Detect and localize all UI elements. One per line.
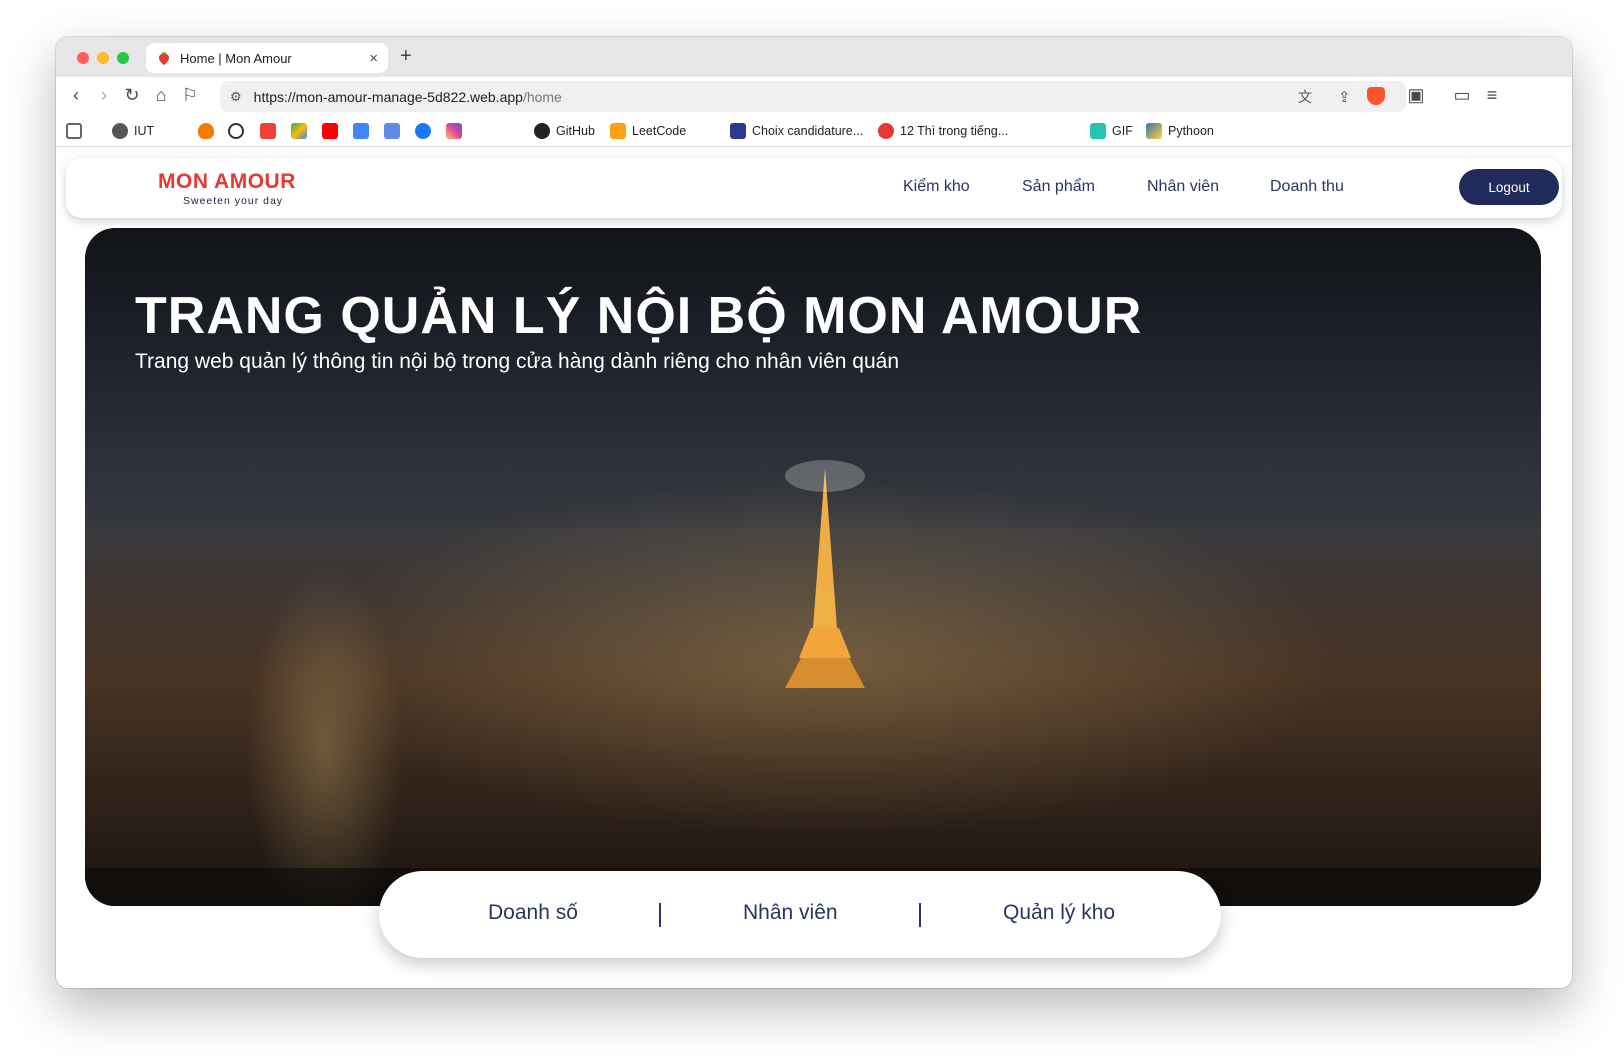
- reload-icon[interactable]: ↻: [122, 85, 142, 105]
- drive-icon: [291, 123, 307, 139]
- brave-shield-icon[interactable]: [1367, 87, 1385, 105]
- bookmark-docs[interactable]: [353, 121, 375, 141]
- youtube-icon: [322, 123, 338, 139]
- bookmark-label: Choix candidature...: [752, 124, 864, 138]
- url-text[interactable]: https://mon-amour-manage-5d822.web.app/h…: [254, 89, 562, 105]
- tab-title: Home | Mon Amour: [180, 50, 292, 66]
- browser-window: Home | Mon Amour × + ‹ › ↻ ⌂ ⚐ ⚙ https:/…: [56, 37, 1572, 988]
- nav-kiem-kho[interactable]: Kiểm kho: [903, 178, 970, 196]
- leetcode-icon: [610, 123, 626, 139]
- divider: [919, 903, 921, 927]
- site-logo[interactable]: MON AMOUR: [158, 170, 296, 194]
- hero-title: TRANG QUẢN LÝ NỘI BỘ MON AMOUR: [135, 287, 1143, 345]
- wallet-icon[interactable]: ▭: [1452, 85, 1472, 105]
- minimize-window-button[interactable]: [97, 52, 109, 64]
- instagram-icon: [446, 123, 462, 139]
- sidebar-icon[interactable]: ▣: [1406, 85, 1426, 105]
- facebook-icon: [415, 123, 431, 139]
- nav-doanh-thu[interactable]: Doanh thu: [1270, 178, 1344, 196]
- nav-nhan-vien[interactable]: Nhân viên: [1147, 178, 1219, 196]
- bookmark-icon[interactable]: ⚐: [180, 85, 200, 105]
- forward-icon[interactable]: ›: [94, 85, 114, 105]
- bookmark-drive[interactable]: [291, 121, 313, 141]
- bookmark-translate[interactable]: [384, 121, 406, 141]
- openai-icon: [228, 123, 244, 139]
- page-content: MON AMOUR Sweeten your day Kiểm kho Sản …: [56, 148, 1572, 988]
- quick-link-doanh-so[interactable]: Doanh số: [488, 901, 578, 925]
- browser-toolbar: ‹ › ↻ ⌂ ⚐ ⚙ https://mon-amour-manage-5d8…: [56, 77, 1572, 115]
- bookmark-leetcode[interactable]: LeetCode: [610, 121, 686, 141]
- tab-strip: Home | Mon Amour × +: [56, 37, 1572, 77]
- bookmark-12-thi[interactable]: 12 Thì trong tiếng...: [878, 121, 1008, 141]
- bookmark-instagram[interactable]: [446, 121, 468, 141]
- menu-icon[interactable]: ≡: [1482, 85, 1502, 105]
- apps-grid-icon[interactable]: [66, 121, 88, 141]
- bookmark-label: 12 Thì trong tiếng...: [900, 124, 1009, 138]
- bookmark-label: GitHub: [556, 124, 595, 138]
- divider: [659, 903, 661, 927]
- bookmark-pythoon[interactable]: Pythoon: [1146, 121, 1214, 141]
- translate-icon: [384, 123, 400, 139]
- record-icon: [878, 123, 894, 139]
- gmail-icon: [260, 123, 276, 139]
- bookmark-gif[interactable]: GIF: [1090, 121, 1133, 141]
- translate-icon[interactable]: 文: [1298, 87, 1312, 107]
- hero-banner: TRANG QUẢN LÝ NỘI BỘ MON AMOUR Trang web…: [85, 228, 1541, 906]
- back-icon[interactable]: ‹: [66, 85, 86, 105]
- python-icon: [1146, 123, 1162, 139]
- bookmark-iut[interactable]: IUT: [112, 121, 154, 141]
- quick-link-quan-ly-kho[interactable]: Quản lý kho: [1003, 901, 1115, 925]
- close-tab-icon[interactable]: ×: [369, 50, 378, 67]
- pen-icon: [730, 123, 746, 139]
- bookmark-label: GIF: [1112, 124, 1133, 138]
- strawberry-icon: [159, 52, 169, 65]
- bookmark-label: IUT: [134, 124, 155, 138]
- quick-link-nhan-vien[interactable]: Nhân viên: [743, 901, 838, 925]
- zoom-window-button[interactable]: [117, 52, 129, 64]
- url-host: https://mon-amour-manage-5d822.web.app: [253, 88, 523, 105]
- logout-button[interactable]: Logout: [1459, 169, 1559, 205]
- bookmark-choix[interactable]: Choix candidature...: [730, 121, 863, 141]
- address-bar[interactable]: ⚙ https://mon-amour-manage-5d822.web.app…: [220, 81, 1406, 112]
- share-icon[interactable]: ⇪: [1338, 88, 1351, 106]
- bookmark-facebook[interactable]: [415, 121, 437, 141]
- nav-san-pham[interactable]: Sản phẩm: [1022, 178, 1095, 196]
- site-navbar: MON AMOUR Sweeten your day Kiểm kho Sản …: [66, 158, 1562, 218]
- bookmarks-bar: IUT GitHub LeetCode Choix candidature...…: [56, 115, 1572, 147]
- site-settings-icon[interactable]: ⚙: [230, 89, 242, 105]
- fire-icon: [198, 123, 214, 139]
- quick-links-bar: Doanh số Nhân viên Quản lý kho: [379, 871, 1221, 958]
- active-tab[interactable]: Home | Mon Amour ×: [146, 43, 388, 73]
- github-icon: [534, 123, 550, 139]
- bookmark-github[interactable]: GitHub: [534, 121, 595, 141]
- url-path: /home: [522, 88, 562, 105]
- gif-icon: [1090, 123, 1106, 139]
- new-tab-button[interactable]: +: [400, 45, 412, 68]
- close-window-button[interactable]: [77, 52, 89, 64]
- bookmark-fire[interactable]: [198, 121, 220, 141]
- bookmark-label: LeetCode: [632, 124, 687, 138]
- hero-subtitle: Trang web quản lý thông tin nội bộ trong…: [135, 350, 899, 373]
- bookmark-openai[interactable]: [228, 121, 250, 141]
- docs-icon: [353, 123, 369, 139]
- home-icon[interactable]: ⌂: [151, 85, 171, 105]
- globe-icon: [112, 123, 128, 139]
- site-tagline: Sweeten your day: [183, 195, 284, 207]
- bookmark-label: Pythoon: [1168, 124, 1214, 138]
- bookmark-youtube[interactable]: [322, 121, 344, 141]
- bookmark-gmail[interactable]: [260, 121, 282, 141]
